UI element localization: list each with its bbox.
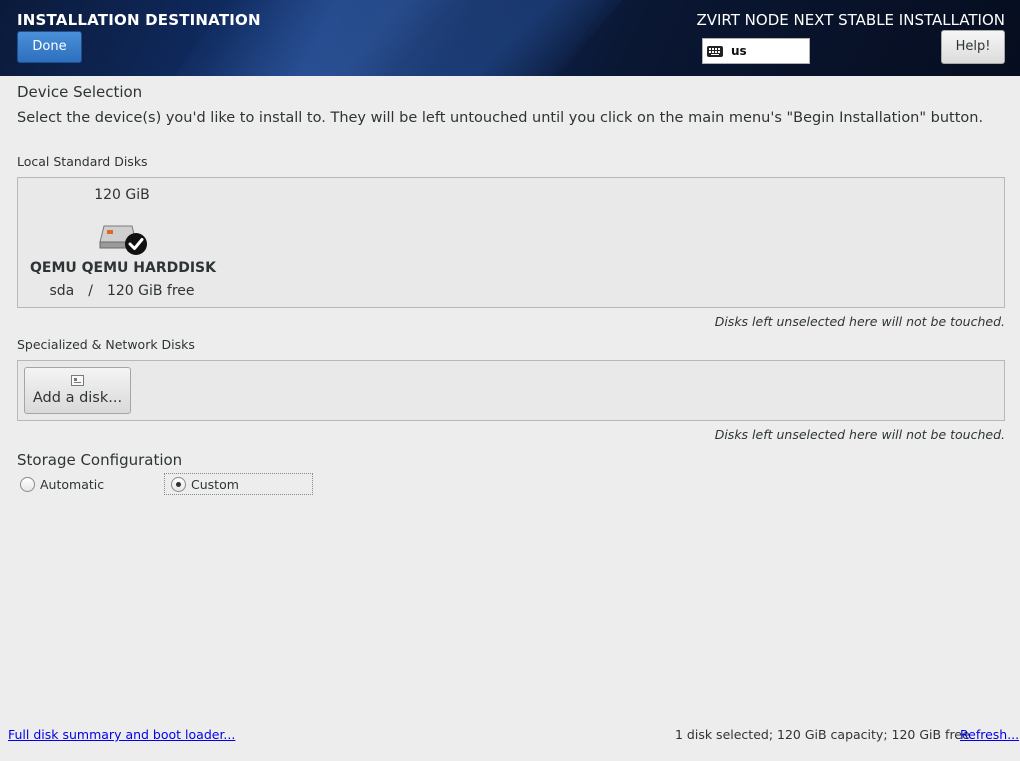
keyboard-layout-label: us xyxy=(731,44,747,58)
network-disks-note: Disks left unselected here will not be t… xyxy=(714,427,1005,442)
local-disks-note: Disks left unselected here will not be t… xyxy=(714,314,1005,329)
network-disks-panel: Add a disk... xyxy=(17,360,1005,421)
radio-automatic-label: Automatic xyxy=(40,476,105,492)
disk-free-space: 120 GiB free xyxy=(106,283,195,299)
header-bar: INSTALLATION DESTINATION Done ZVIRT NODE… xyxy=(0,0,1020,76)
instructions-text: Select the device(s) you'd like to insta… xyxy=(17,110,984,126)
add-disk-icon xyxy=(71,375,84,386)
disk-item-sda[interactable]: 120 GiB QEMU QEMU HARDDISK sda / 120 GiB f… xyxy=(30,178,216,309)
keyboard-layout-indicator[interactable]: us xyxy=(702,38,810,64)
keyboard-icon xyxy=(707,45,723,57)
disk-size: 120 GiB xyxy=(94,187,150,203)
add-disk-label: Add a disk... xyxy=(32,390,123,406)
radio-checked-icon xyxy=(171,476,186,492)
local-disks-panel: 120 GiB QEMU QEMU HARDDISK sda / 120 GiB f… xyxy=(17,177,1005,308)
done-button[interactable]: Done xyxy=(17,31,82,63)
local-disks-heading: Local Standard Disks xyxy=(17,154,148,169)
full-disk-summary-link[interactable]: Full disk summary and boot loader... xyxy=(8,727,235,742)
disk-selection-status: 1 disk selected; 120 GiB capacity; 120 G… xyxy=(675,727,970,742)
radio-automatic[interactable]: Automatic xyxy=(20,475,104,493)
radio-unchecked-icon xyxy=(20,476,35,492)
radio-custom[interactable]: Custom xyxy=(164,473,313,495)
refresh-link[interactable]: Refresh... xyxy=(960,727,1019,742)
page-title: INSTALLATION DESTINATION xyxy=(17,11,261,29)
add-disk-button[interactable]: Add a disk... xyxy=(24,367,131,414)
help-button[interactable]: Help! xyxy=(941,30,1005,64)
disk-details: sda / 120 GiB free xyxy=(30,283,214,299)
product-title: ZVIRT NODE NEXT STABLE INSTALLATION xyxy=(696,11,1005,29)
storage-configuration-heading: Storage Configuration xyxy=(17,451,183,469)
network-disks-heading: Specialized & Network Disks xyxy=(17,337,195,352)
disk-device: sda xyxy=(49,283,75,299)
device-selection-heading: Device Selection xyxy=(17,83,143,101)
harddisk-checked-icon xyxy=(99,225,147,255)
disk-separator: / xyxy=(88,283,93,299)
radio-custom-label: Custom xyxy=(191,476,239,492)
disk-name: QEMU QEMU HARDDISK xyxy=(30,260,216,276)
